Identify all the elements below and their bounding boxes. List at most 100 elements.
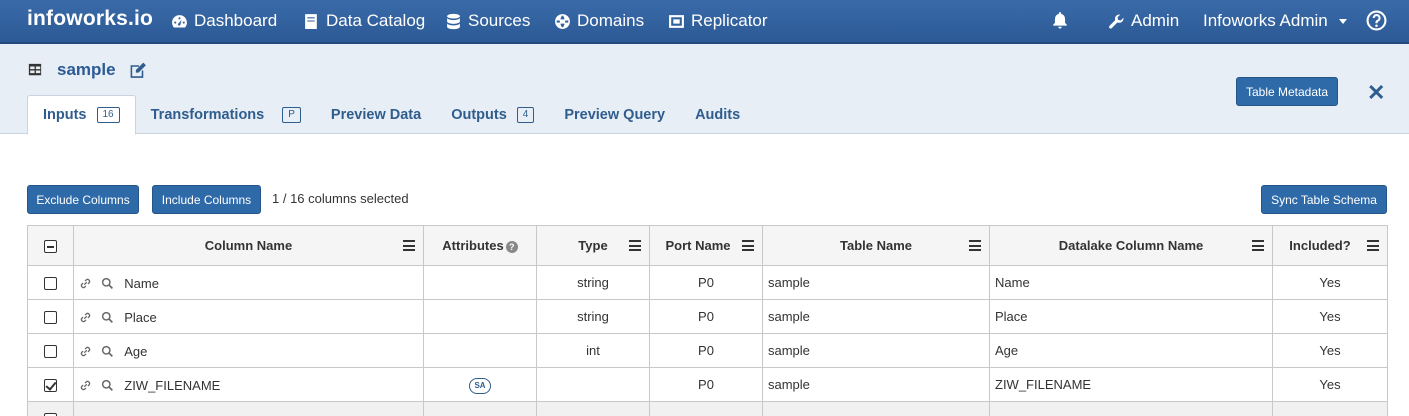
columns-table: Column Name Attributes? Type Port Name T… — [27, 225, 1388, 416]
link-icon[interactable] — [79, 311, 92, 324]
row-select-cell[interactable] — [27, 299, 74, 334]
tab-audits-label: Audits — [695, 107, 741, 123]
row-select-cell[interactable] — [27, 265, 74, 300]
nav-sources[interactable]: Sources — [445, 11, 530, 31]
type-cell: int — [536, 333, 650, 368]
tab-outputs[interactable]: Outputs 4 — [436, 95, 549, 135]
col-header-table-name[interactable]: Table Name — [762, 225, 990, 266]
col-header-column-name[interactable]: Column Name — [73, 225, 424, 266]
tab-preview-data[interactable]: Preview Data — [316, 95, 436, 135]
page-title: sample — [57, 60, 116, 79]
table-metadata-button[interactable]: Table Metadata — [1236, 77, 1338, 106]
col-header-datalake-column-name-label: Datalake Column Name — [1058, 238, 1204, 253]
nav-admin[interactable]: Admin — [1108, 11, 1179, 31]
edit-icon[interactable] — [128, 61, 148, 80]
nav-dashboard[interactable]: Dashboard — [171, 11, 277, 31]
column-name-cell: ZIW_FILENAME — [73, 367, 424, 402]
exclude-columns-button[interactable]: Exclude Columns — [27, 185, 139, 214]
tab-bar: Inputs 16 Transformations P Preview Data… — [27, 95, 755, 135]
included-cell: Yes — [1272, 333, 1388, 368]
row-checkbox[interactable] — [44, 277, 57, 291]
select-all-checkbox[interactable] — [44, 240, 57, 254]
col-header-included[interactable]: Included? — [1272, 225, 1388, 266]
attribute-badge: SA — [469, 377, 491, 394]
row-select-cell[interactable] — [27, 367, 74, 402]
table-icon — [28, 63, 42, 76]
globe-icon — [555, 13, 570, 29]
nav-data-catalog-label: Data Catalog — [326, 11, 426, 30]
col-header-type-label: Type — [578, 238, 608, 253]
row-select-cell[interactable] — [27, 333, 74, 368]
col-header-datalake-column-name[interactable]: Datalake Column Name — [989, 225, 1273, 266]
column-menu-icon[interactable] — [969, 240, 981, 251]
column-menu-icon[interactable] — [629, 240, 641, 251]
datalake-column-cell: Place — [989, 299, 1273, 334]
database-icon — [447, 13, 460, 29]
wrench-icon — [1109, 13, 1124, 29]
row-checkbox[interactable] — [44, 311, 57, 325]
included-cell — [1272, 401, 1388, 416]
type-cell: string — [536, 299, 650, 334]
col-header-port-name[interactable]: Port Name — [649, 225, 763, 266]
link-icon[interactable] — [79, 379, 92, 392]
table-name-cell: sample — [762, 299, 990, 334]
table-header-panel: sample Table Metadata ✕ Inputs 16 Transf… — [0, 44, 1409, 135]
port-name-cell — [649, 401, 763, 416]
column-menu-icon[interactable] — [1252, 240, 1264, 251]
column-name-cell: Name — [73, 265, 424, 300]
col-header-type[interactable]: Type — [536, 225, 650, 266]
type-cell — [536, 367, 650, 402]
book-icon — [305, 13, 317, 29]
col-header-attributes-label: Attributes — [442, 238, 504, 253]
search-icon[interactable] — [101, 379, 114, 392]
included-cell: Yes — [1272, 265, 1388, 300]
col-header-attributes[interactable]: Attributes? — [423, 225, 537, 266]
table-row[interactable]: Age int P0 sample Age Yes — [27, 333, 1388, 368]
nav-replicator[interactable]: Replicator — [668, 11, 768, 31]
help-circle-icon[interactable]: ? — [505, 240, 518, 253]
included-cell: Yes — [1272, 299, 1388, 334]
search-icon[interactable] — [101, 277, 114, 290]
sync-table-schema-button[interactable]: Sync Table Schema — [1261, 185, 1387, 214]
row-checkbox[interactable] — [44, 379, 57, 393]
select-all-cell[interactable] — [27, 225, 74, 266]
type-cell: string — [536, 265, 650, 300]
link-icon[interactable] — [79, 345, 92, 358]
brand-logo[interactable]: infoworks.io — [27, 7, 153, 31]
table-name-cell: sample — [762, 333, 990, 368]
user-menu[interactable]: Infoworks Admin — [1203, 11, 1347, 31]
tab-preview-data-label: Preview Data — [330, 107, 422, 123]
notifications-button[interactable] — [1051, 11, 1069, 29]
include-columns-button[interactable]: Include Columns — [152, 185, 261, 214]
nav-data-catalog[interactable]: Data Catalog — [303, 11, 425, 31]
chevron-down-icon — [1338, 18, 1347, 24]
table-row[interactable]: Place string P0 sample Place Yes — [27, 299, 1388, 334]
link-icon[interactable] — [79, 277, 92, 290]
table-row[interactable]: Name string P0 sample Name Yes — [27, 265, 1388, 300]
row-select-cell[interactable] — [27, 401, 74, 416]
port-name-cell: P0 — [649, 333, 763, 368]
tab-outputs-label: Outputs — [451, 107, 507, 123]
column-name: ZIW_FILENAME — [124, 377, 221, 393]
help-button[interactable] — [1366, 10, 1387, 31]
column-menu-icon[interactable] — [742, 240, 754, 251]
search-icon[interactable] — [101, 345, 114, 358]
tab-transformations[interactable]: Transformations P — [136, 95, 316, 135]
col-header-table-name-label: Table Name — [839, 238, 912, 253]
tab-audits[interactable]: Audits — [680, 95, 755, 135]
row-checkbox[interactable] — [44, 345, 57, 359]
help-icon — [1366, 10, 1387, 31]
column-name: Age — [124, 343, 148, 359]
column-menu-icon[interactable] — [1367, 240, 1379, 251]
table-row[interactable]: ZIW_FILENAME SA P0 sample ZIW_FILENAME Y… — [27, 367, 1388, 402]
tab-preview-query[interactable]: Preview Query — [549, 95, 680, 135]
table-name-cell: sample — [762, 265, 990, 300]
close-icon[interactable]: ✕ — [1367, 80, 1385, 106]
port-name-cell: P0 — [649, 265, 763, 300]
table-row[interactable] — [27, 401, 1388, 416]
column-menu-icon[interactable] — [403, 240, 415, 251]
nav-domains[interactable]: Domains — [554, 11, 644, 31]
search-icon[interactable] — [101, 311, 114, 324]
table-name-cell: sample — [762, 367, 990, 402]
tab-inputs[interactable]: Inputs 16 — [27, 95, 136, 135]
